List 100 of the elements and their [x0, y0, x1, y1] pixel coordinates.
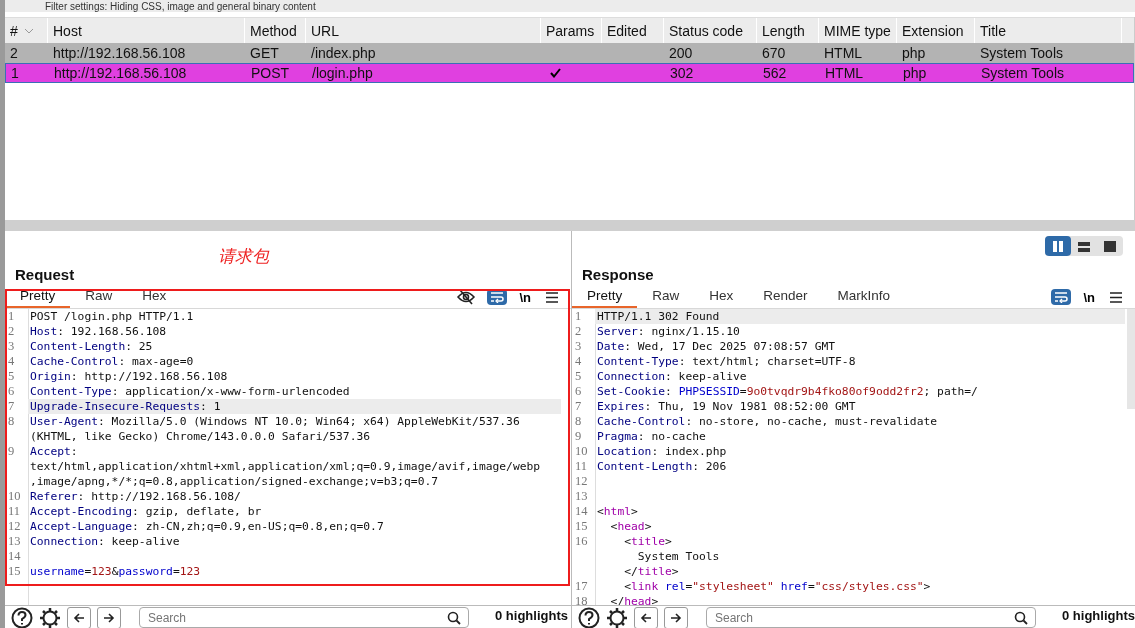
- line-number: 18: [574, 594, 589, 605]
- table-cell: php: [902, 45, 926, 61]
- code-line: System Tools: [636, 549, 721, 564]
- forward-button[interactable]: [664, 607, 688, 628]
- table-cell: 302: [670, 65, 694, 81]
- code-line: Content-Type: application/x-www-form-urlencoded: [30, 384, 351, 399]
- line-number: 2: [7, 324, 16, 339]
- line-number: 17: [574, 579, 589, 594]
- line-number: 6: [7, 384, 16, 399]
- line-number: 3: [7, 339, 16, 354]
- line-number: 15: [574, 519, 589, 534]
- code-line: Set-Cookie: PHPSESSID=9o0tvqdr9b4fko80of9odd2fr2; path=/: [597, 384, 979, 399]
- code-line: User-Agent: Mozilla/5.0 (Windows NT 10.0; Win64; x64) AppleWebKit/537.36: [30, 414, 521, 429]
- code-line: Cache-Control: max-age=0: [30, 354, 195, 369]
- back-button[interactable]: [67, 607, 91, 628]
- code-line: Content-Type: text/html; charset=UTF-8: [597, 354, 857, 369]
- line-number: 4: [7, 354, 16, 369]
- line-number: 8: [574, 414, 583, 429]
- arrow-left-icon: [73, 612, 85, 624]
- highlights-count: 0 highlights: [495, 607, 568, 625]
- back-button[interactable]: [634, 607, 658, 628]
- forward-button[interactable]: [97, 607, 121, 628]
- line-number: 5: [574, 369, 583, 384]
- line-number: 10: [7, 489, 22, 504]
- newline-toggle[interactable]: \n: [516, 287, 534, 307]
- scrollbar-thumb[interactable]: [1127, 309, 1135, 409]
- code-line: Expires: Thu, 19 Nov 1981 08:52:00 GMT: [597, 399, 857, 414]
- line-number: 2: [574, 324, 583, 339]
- line-number: 7: [574, 399, 583, 414]
- columns-layout-button[interactable]: [1045, 236, 1071, 256]
- line-number: 15: [7, 564, 22, 579]
- settings-icon[interactable]: [39, 607, 61, 628]
- line-number: 13: [574, 489, 589, 504]
- two-columns-icon: [1052, 240, 1064, 252]
- editor-tab[interactable]: Hex: [127, 286, 182, 308]
- search-icon: [447, 611, 461, 625]
- line-number: 1: [7, 309, 16, 324]
- code-line: POST /login.php HTTP/1.1: [30, 309, 195, 324]
- code-line: <head>: [609, 519, 653, 534]
- search-field[interactable]: Search: [706, 607, 1036, 628]
- line-number: 9: [7, 444, 16, 460]
- line-number: 3: [574, 339, 583, 354]
- code-line: Upgrade-Insecure-Requests: 1: [30, 399, 222, 414]
- menu-icon[interactable]: [1107, 289, 1125, 305]
- line-number: 13: [7, 534, 22, 549]
- code-line: Accept-Language: zh-CN,zh;q=0.9,en-US;q=0.8,en;q=0.7: [30, 519, 385, 534]
- line-number: 7: [7, 399, 16, 414]
- line-number: 6: [574, 384, 583, 399]
- table-cell: 2: [10, 45, 18, 61]
- table-cell: http://192.168.56.108: [54, 65, 187, 81]
- editor-tab[interactable]: Render: [748, 286, 823, 308]
- line-number: 5: [7, 369, 16, 384]
- line-number: 4: [574, 354, 583, 369]
- menu-icon[interactable]: [543, 289, 561, 305]
- table-cell: php: [903, 65, 927, 81]
- code-line: Content-Length: 25: [30, 339, 154, 354]
- table-cell: POST: [251, 65, 290, 81]
- highlights-count: 0 highlights: [1062, 607, 1135, 625]
- table-cell: /login.php: [312, 65, 373, 81]
- table-row[interactable]: 1 http://192.168.56.108 POST /login.php 302 562 HTML php System Tools: [5, 63, 1134, 83]
- code-line: Content-Length: 206: [597, 459, 728, 474]
- wrap-lines-icon[interactable]: [1051, 289, 1072, 305]
- search-field[interactable]: Search: [139, 607, 469, 628]
- line-number: 8: [7, 414, 16, 430]
- table-cell: HTML: [825, 65, 864, 81]
- editor-tab[interactable]: Raw: [70, 286, 128, 308]
- table-cell: 1: [11, 65, 19, 81]
- line-number: 14: [574, 504, 589, 519]
- code-line: <html>: [597, 504, 639, 519]
- line-number: 1: [574, 309, 583, 324]
- arrow-right-icon: [103, 612, 115, 624]
- line-number: 14: [7, 549, 22, 564]
- editor-tab[interactable]: MarkInfo: [822, 286, 906, 308]
- pane-title: Request: [15, 266, 75, 283]
- code-line: (KHTML, like Gecko) Chrome/143.0.0.0 Safari/537.36: [30, 429, 372, 444]
- code-line: </title>: [623, 564, 680, 579]
- message-editor[interactable]: [572, 309, 1135, 605]
- code-line: Origin: http://192.168.56.108: [30, 369, 229, 384]
- code-line: Location: index.php: [597, 444, 728, 459]
- code-line: Connection: keep-alive: [597, 369, 748, 384]
- line-number: 10: [574, 444, 589, 459]
- newline-toggle[interactable]: \n: [1080, 287, 1098, 307]
- code-line: Date: Wed, 17 Dec 2025 07:08:57 GMT: [597, 339, 837, 354]
- two-rows-icon: [1078, 240, 1090, 252]
- help-icon[interactable]: [11, 607, 33, 628]
- code-line: username=123&password=123: [30, 564, 202, 579]
- settings-icon[interactable]: [606, 607, 628, 628]
- editor-tab[interactable]: Hex: [694, 286, 749, 308]
- arrow-right-icon: [670, 612, 682, 624]
- code-line: Host: 192.168.56.108: [30, 324, 168, 339]
- code-line: Referer: http://192.168.56.108/: [30, 489, 242, 504]
- table-cell: System Tools: [981, 65, 1064, 81]
- table-row[interactable]: 2 http://192.168.56.108 GET /index.php 200 670 HTML php System Tools: [5, 43, 1134, 63]
- help-icon[interactable]: [578, 607, 600, 628]
- sort-caret-icon: [23, 27, 34, 34]
- code-line: text/html,application/xhtml+xml,application/xml;q=0.9,image/avif,image/webp: [30, 459, 542, 474]
- line-number: 11: [574, 459, 589, 474]
- editor-tab[interactable]: Raw: [637, 286, 695, 308]
- code-line: HTTP/1.1 302 Found: [597, 309, 721, 324]
- table-cell: /index.php: [311, 45, 376, 61]
